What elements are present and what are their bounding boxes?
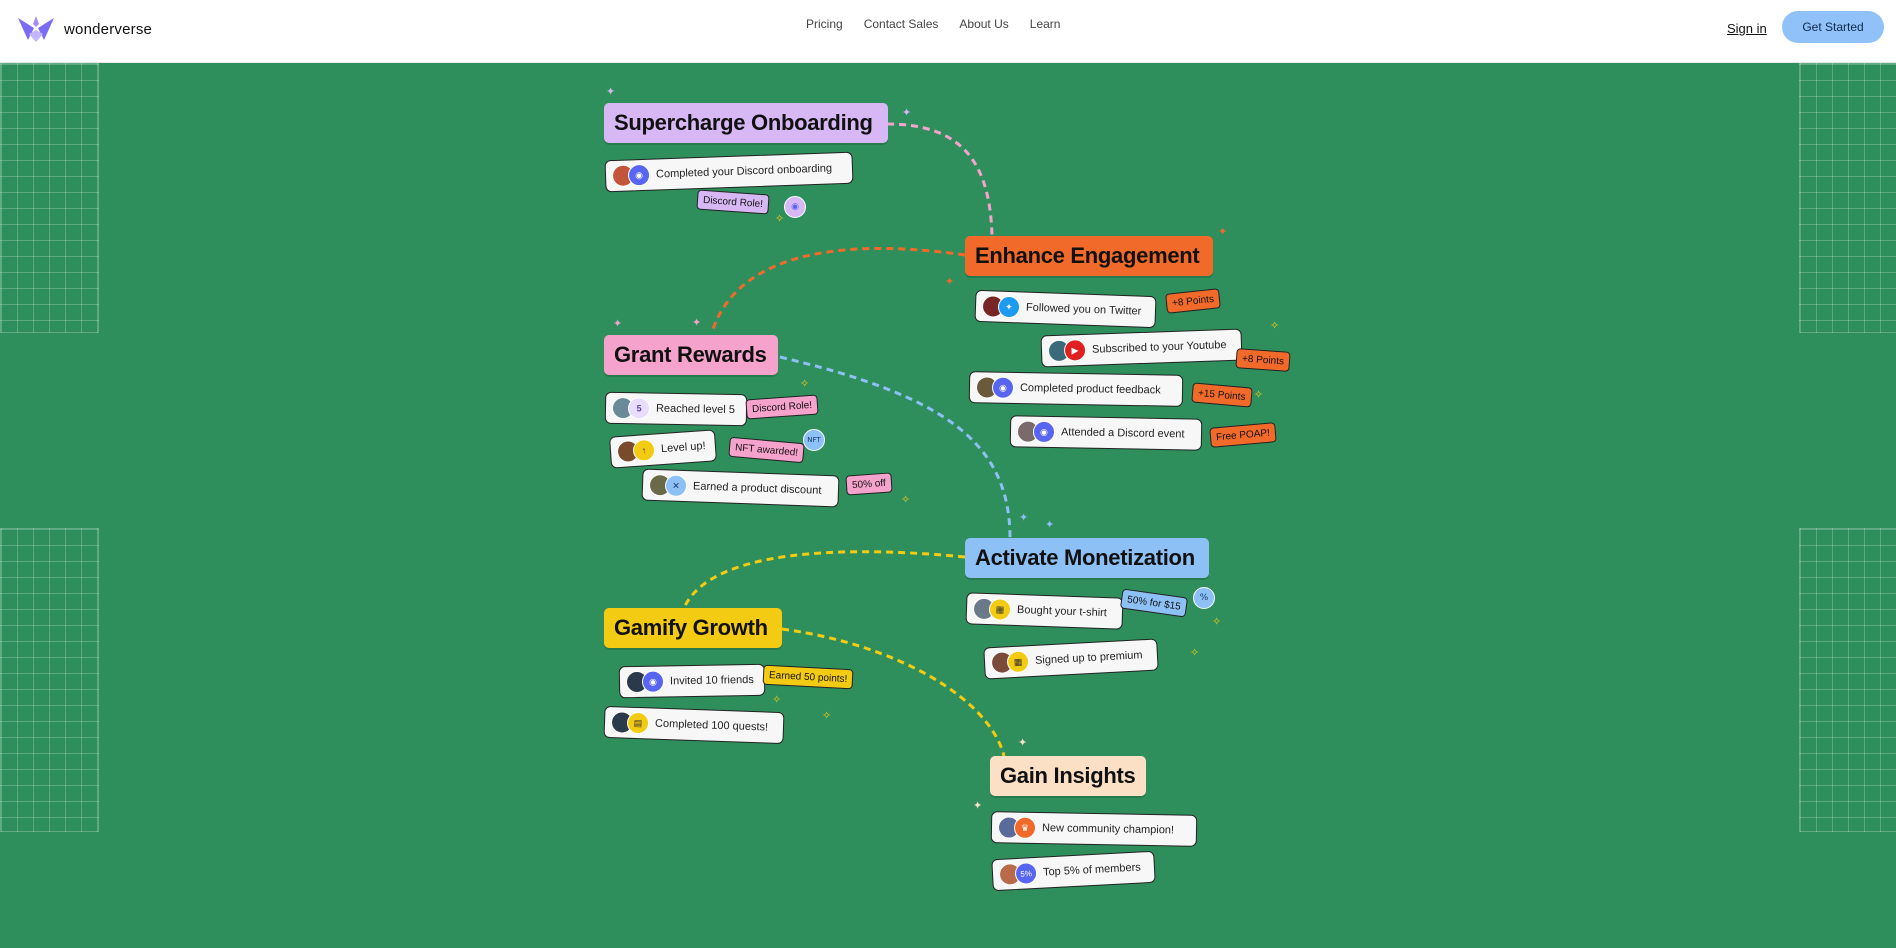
discord-icon: ◉ [1032,420,1056,444]
shop-icon: ▦ [1006,650,1030,674]
sparkle-icon: ✧ [901,493,911,506]
discord-icon: ◉ [627,163,651,187]
sparkle-icon: ✦ [1019,511,1029,524]
crown-icon: ♛ [1013,816,1037,839]
title-gamify-growth: Gamify Growth [604,608,782,648]
sparkle-icon: ✧ [1212,615,1222,628]
connector-curves [682,122,1012,757]
sparkle-icon: ✦ [902,106,912,119]
item-label: Attended a Discord event [1060,426,1185,441]
arrow-up-icon: ↑ [632,438,656,463]
item-label: Bought your t-shirt [1016,604,1108,620]
discount-icon: ✕ [664,474,688,498]
sparkle-icon: ✦ [1045,518,1055,531]
percent-badge-icon: 5% [1014,861,1038,886]
card-product-feedback: ◉ Completed product feedback [968,371,1184,407]
sparkle-icon: ✦ [973,799,983,812]
title-supercharge-onboarding: Supercharge Onboarding [604,103,888,143]
curve-engagement-rewards [710,246,966,333]
item-label: Subscribed to your Youtube [1091,339,1227,356]
title-grant-rewards: Grant Rewards [604,335,778,375]
item-label: Completed 100 quests! [654,717,769,734]
sparkle-icon: ✧ [822,709,832,722]
card-discord-event: ◉ Attended a Discord event [1009,415,1203,451]
card-completed-quests: ▤ Completed 100 quests! [603,705,785,745]
sparkle-icon: ✧ [1254,388,1264,401]
percent-badge-icon: % [1193,587,1215,609]
sparkle-icon: ✧ [800,377,810,390]
card-bought-tshirt: ▦ Bought your t-shirt [965,592,1124,630]
sparkle-icon: ✧ [775,212,785,225]
item-label: Reached level 5 [655,402,735,417]
sparkle-icon: ✦ [1218,225,1228,238]
item-label: Completed your Discord onboarding [655,162,833,181]
discord-icon: ◉ [784,196,806,218]
item-label: Signed up to premium [1034,649,1143,667]
tag-50-off: 50% off [845,472,893,496]
sparkle-icon: ✧ [772,693,782,706]
title-gain-insights: Gain Insights [990,756,1146,796]
sparkle-icon: ✦ [1018,736,1028,749]
sparkle-icon: ✦ [613,317,623,330]
card-invited-friends: ◉ Invited 10 friends [618,663,766,699]
item-label: Earned a product discount [692,480,822,497]
quest-icon: ▤ [626,711,650,735]
curve-growth-insights [781,627,1006,757]
card-followed-twitter: ✦ Followed you on Twitter [974,289,1157,329]
item-label: Level up! [660,440,706,456]
twitter-icon: ✦ [997,295,1021,319]
item-label: Followed you on Twitter [1025,301,1142,318]
sparkle-icon: ✦ [945,275,955,288]
sparkle-icon: ✦ [606,85,616,98]
title-activate-monetization: Activate Monetization [965,538,1209,578]
item-label: Completed product feedback [1019,382,1161,397]
curve-onboarding-engagement [886,122,994,237]
shop-icon: ▦ [988,598,1012,621]
item-label: Invited 10 friends [669,673,754,688]
sparkle-icon: ✧ [1270,319,1280,332]
youtube-icon: ▶ [1063,338,1087,362]
card-reached-level: 5 Reached level 5 [604,391,748,427]
item-label: Top 5% of members [1042,861,1142,879]
card-community-champion: ♛ New community champion! [990,811,1198,847]
curve-monetization-growth [682,550,966,609]
card-product-discount: ✕ Earned a product discount [641,468,840,508]
discord-icon: ◉ [641,670,665,693]
sparkle-icon: ✦ [692,316,702,329]
tag-plus-8-points-2: +8 Points [1235,348,1291,372]
level-badge-icon: 5 [627,397,651,420]
title-enhance-engagement: Enhance Engagement [965,236,1213,276]
nft-icon: NFT [803,429,825,451]
discord-icon: ◉ [991,376,1015,399]
item-label: New community champion! [1041,822,1175,837]
sparkle-icon: ✧ [1190,646,1200,659]
